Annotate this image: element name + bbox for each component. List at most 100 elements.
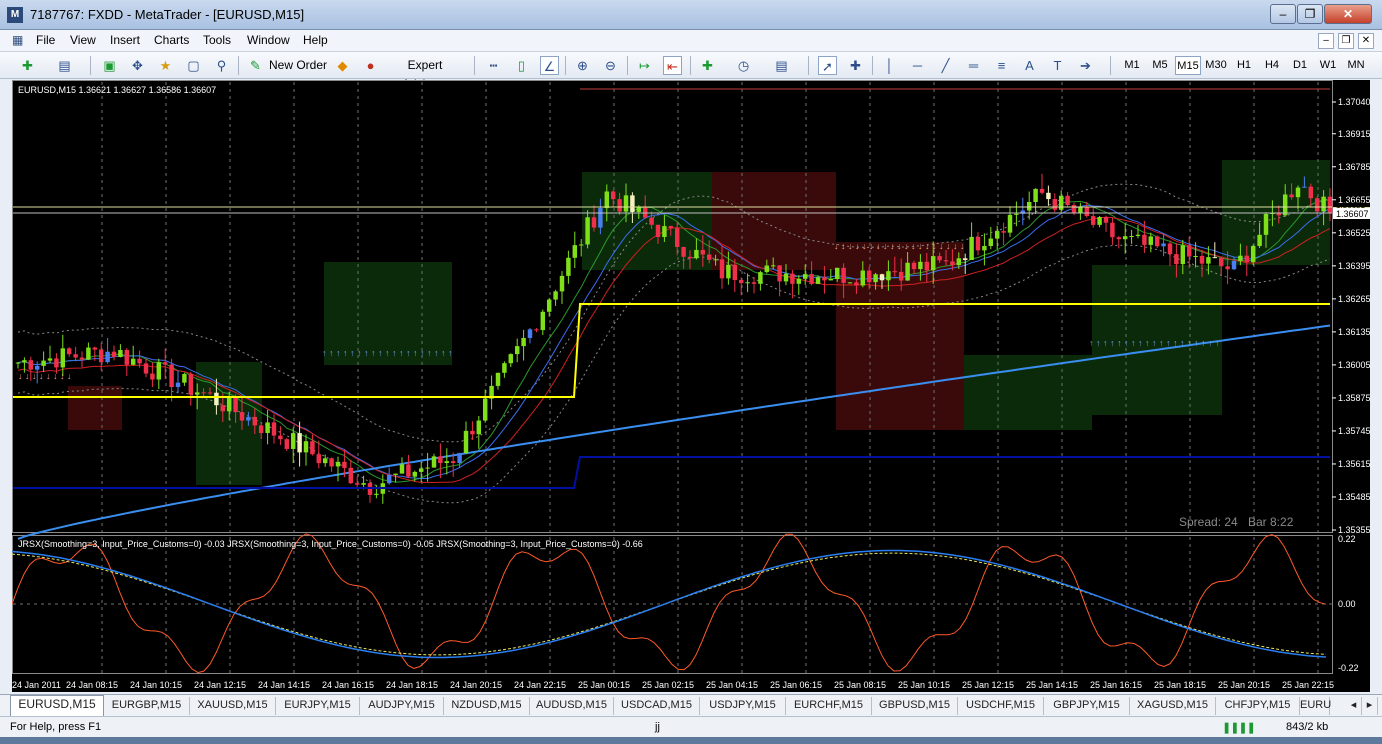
candle-body [502, 363, 507, 373]
chart-tab[interactable]: EURJPY,M15 [276, 697, 360, 715]
chart-tab[interactable]: USDCHF,M15 [958, 697, 1044, 715]
market-watch-icon[interactable]: ▣ [100, 56, 119, 75]
minimize-button[interactable]: – [1270, 4, 1296, 24]
new-order-icon[interactable]: ✎ [246, 56, 265, 75]
candle-body [572, 245, 578, 258]
chart-tab[interactable]: XAGUSD,M15 [1130, 697, 1216, 715]
status-profile-text: jj [655, 721, 660, 733]
vertical-line-icon[interactable]: │ [880, 56, 899, 75]
candle-body [143, 363, 149, 374]
chart-tab[interactable]: EURCHF,M15 [786, 697, 872, 715]
price-chart[interactable]: ↑ ↑ ↑ ↑ ↑ ↑ ↑ ↑ ↑ ↑ ↑ ↑ ↑ ↑ ↑ ↑ ↑ ↑ ↑↑ ↑ ↑ ↑ ↑ ↑ ↑ ↑ ↑ ↑ ↑ ↑ ↑ ↑ ↑ ↑ ↑ ↑ ↑↓ ↓… [11, 80, 1371, 692]
candle-body [98, 349, 104, 363]
menu-insert[interactable]: Insert [110, 33, 140, 47]
candle-body [687, 256, 693, 259]
buy-arrow: ↑ [322, 348, 327, 358]
candle-body [476, 420, 482, 435]
child-restore-button[interactable]: ❐ [1338, 33, 1354, 49]
sell-arrow: ↓ [876, 241, 881, 251]
navigator-icon[interactable]: ★ [156, 56, 175, 75]
chart-window[interactable]: ↑ ↑ ↑ ↑ ↑ ↑ ↑ ↑ ↑ ↑ ↑ ↑ ↑ ↑ ↑ ↑ ↑ ↑ ↑ ↑ ↑ ↑ ↑ ↑ ↑ ↑ ↑ ↑ ↑ ↑ ↑ ↑ ↑ ↑ ↑ ↑ ↑ ↑ ↓ ↓… [11, 80, 1371, 692]
bar-chart-icon[interactable]: ┅ [484, 56, 503, 75]
data-window-icon[interactable]: ✥ [128, 56, 147, 75]
timeframe-w1[interactable]: W1 [1315, 56, 1341, 75]
timeframe-m15[interactable]: M15 [1175, 56, 1201, 75]
candle-body [310, 441, 315, 455]
chart-tab[interactable]: GBPUSD,M15 [872, 697, 958, 715]
chart-tab[interactable]: EURU [1300, 697, 1331, 715]
candle-body [854, 282, 859, 286]
menu-tools[interactable]: Tools [203, 33, 231, 47]
zoom-in-icon[interactable]: ⊕ [573, 56, 592, 75]
restore-button[interactable]: ❐ [1297, 4, 1323, 24]
timeframe-h4[interactable]: H4 [1259, 56, 1285, 75]
expert-advisors-button[interactable]: Expert Advisors [384, 56, 466, 91]
chart-tab[interactable]: XAUUSD,M15 [190, 697, 276, 715]
chart-tab[interactable]: NZDUSD,M15 [444, 697, 530, 715]
fibonacci-icon[interactable]: ≡ [992, 56, 1011, 75]
candle-body [834, 267, 840, 280]
cursor-icon[interactable]: ➚ [818, 56, 837, 75]
child-close-button[interactable]: ✕ [1358, 33, 1374, 49]
chart-tab[interactable]: AUDUSD,M15 [530, 697, 614, 715]
new-order-button[interactable]: New Order [268, 56, 328, 75]
strategy-tester-icon[interactable]: ⚲ [212, 56, 231, 75]
menu-charts[interactable]: Charts [154, 33, 189, 47]
sell-arrow: ↓ [60, 371, 65, 381]
candle-body [1314, 198, 1320, 212]
chart-tab[interactable]: USDCAD,M15 [614, 697, 700, 715]
templates-icon[interactable]: ▤ [772, 56, 791, 75]
meta-editor-icon[interactable]: ◆ [333, 56, 352, 75]
menu-view[interactable]: View [70, 33, 96, 47]
line-chart-icon[interactable]: ∠ [540, 56, 559, 75]
timeframe-d1[interactable]: D1 [1287, 56, 1313, 75]
time-label: 25 Jan 06:15 [770, 680, 822, 690]
terminal-icon[interactable]: ▢ [184, 56, 203, 75]
chart-tab[interactable]: EURUSD,M15 [10, 695, 104, 716]
candle-body [578, 244, 584, 246]
close-button[interactable]: ✕ [1324, 4, 1372, 24]
candle-body [681, 246, 686, 257]
chart-shift-icon[interactable]: ⇤ [663, 56, 682, 75]
new-chart-icon[interactable]: ✚ [18, 56, 37, 75]
menu-window[interactable]: Window [247, 33, 290, 47]
trendline-icon[interactable]: ╱ [936, 56, 955, 75]
indicators-icon[interactable]: ✚ [698, 56, 717, 75]
candlestick-icon[interactable]: ▯ [512, 56, 531, 75]
equidistant-channel-icon[interactable]: ═ [964, 56, 983, 75]
buy-arrow: ↑ [448, 348, 453, 358]
candle-body [92, 347, 98, 350]
periods-clock-icon[interactable]: ◷ [734, 56, 753, 75]
sell-arrow: ↓ [862, 241, 867, 251]
child-minimize-button[interactable]: – [1318, 33, 1334, 49]
menu-file[interactable]: File [36, 33, 55, 47]
document-icon[interactable]: ▦ [12, 33, 23, 47]
timeframe-m30[interactable]: M30 [1203, 56, 1229, 75]
candle-body [1295, 187, 1301, 198]
timeframe-m1[interactable]: M1 [1119, 56, 1145, 75]
zoom-out-icon[interactable]: ⊖ [601, 56, 620, 75]
candle-body [783, 273, 789, 282]
timeframe-mn[interactable]: MN [1343, 56, 1369, 75]
auto-scroll-icon[interactable]: ↦ [635, 56, 654, 75]
chart-tab[interactable]: AUDJPY,M15 [360, 697, 444, 715]
tab-scroll-left-icon[interactable]: ◂ [1346, 697, 1362, 715]
chart-tab[interactable]: CHFJPY,M15 [1216, 697, 1300, 715]
menu-help[interactable]: Help [303, 33, 328, 47]
crosshair-icon[interactable]: ✚ [846, 56, 865, 75]
sell-arrow: ↓ [932, 241, 937, 251]
price-label: 1.35745 [1338, 426, 1370, 436]
chart-tab[interactable]: USDJPY,M15 [700, 697, 786, 715]
text-label-icon[interactable]: T [1048, 56, 1067, 75]
tab-scroll-right-icon[interactable]: ▸ [1362, 697, 1378, 715]
profiles-icon[interactable]: ▤ [55, 56, 74, 75]
text-icon[interactable]: A [1020, 56, 1039, 75]
connection-bars-icon: ❚❚❚❚ [1222, 722, 1256, 734]
timeframe-m5[interactable]: M5 [1147, 56, 1173, 75]
chart-tab[interactable]: EURGBP,M15 [104, 697, 190, 715]
timeframe-h1[interactable]: H1 [1231, 56, 1257, 75]
horizontal-line-icon[interactable]: ─ [908, 56, 927, 75]
chart-tab[interactable]: GBPJPY,M15 [1044, 697, 1130, 715]
expert-advisors-icon[interactable]: ● [361, 56, 380, 75]
arrows-icon[interactable]: ➔ [1076, 56, 1095, 75]
